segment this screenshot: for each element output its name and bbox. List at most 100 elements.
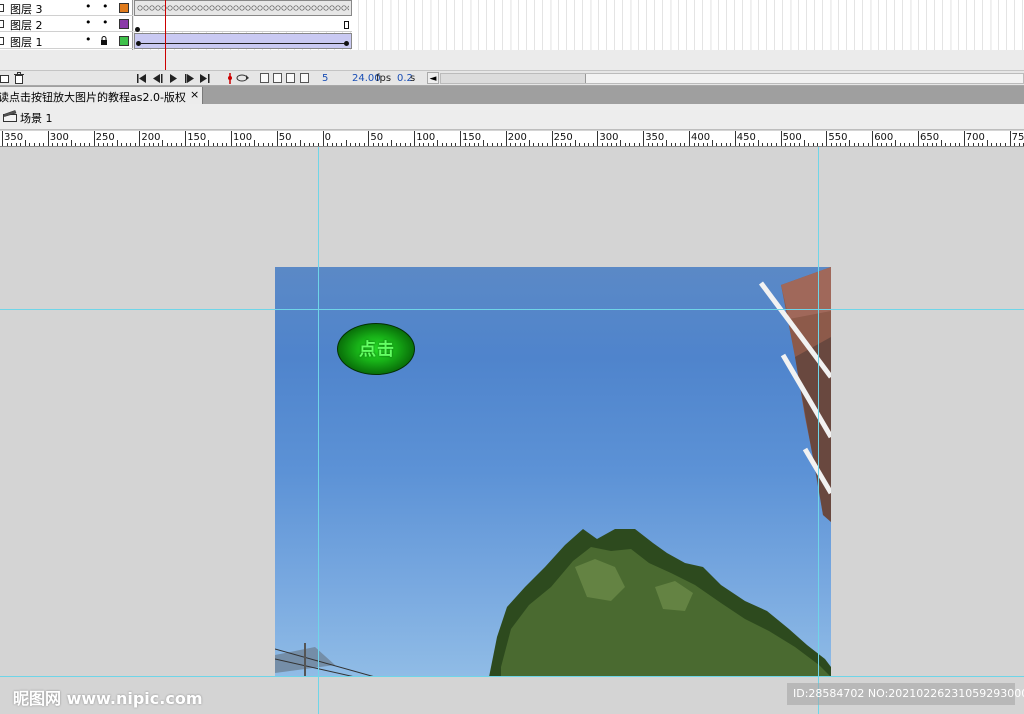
horizontal-ruler: 350 300 250 200 150 100 50 0 50 100 150 200 250 300 35… xyxy=(0,131,1024,147)
ruler-minor-tick xyxy=(75,143,77,146)
lock-icon[interactable] xyxy=(100,36,108,45)
timeline-scrollbar[interactable] xyxy=(440,73,1024,84)
ruler-minor-tick xyxy=(730,143,732,146)
ruler-minor-tick xyxy=(308,143,310,146)
scene-label[interactable]: 场景 1 xyxy=(20,110,53,126)
ruler-minor-tick xyxy=(977,143,979,146)
frame-track-layer-2[interactable] xyxy=(134,16,352,32)
ruler-minor-tick xyxy=(478,143,480,146)
ruler-major-tick xyxy=(414,131,416,146)
guide-line-horizontal[interactable] xyxy=(0,676,1024,677)
ruler-minor-tick xyxy=(345,140,347,146)
lock-toggle[interactable]: • xyxy=(102,16,109,29)
current-frame: 5 xyxy=(322,73,329,84)
visibility-toggle[interactable]: • xyxy=(85,0,92,13)
ruler-minor-tick xyxy=(542,143,544,146)
ruler-minor-tick xyxy=(492,143,494,146)
layer-row-3[interactable]: 图层 3 • • xyxy=(0,0,133,16)
ruler-minor-tick xyxy=(482,140,484,146)
layer-row-2[interactable]: 图层 2 • • xyxy=(0,16,133,32)
ruler-minor-tick xyxy=(569,143,571,146)
ruler-major-tick xyxy=(1009,131,1011,146)
trash-icon[interactable] xyxy=(14,72,24,84)
layer-outline-color[interactable] xyxy=(119,36,129,46)
guide-line-horizontal[interactable] xyxy=(0,309,1024,310)
click-button[interactable]: 点击 xyxy=(337,323,415,375)
visibility-toggle[interactable]: • xyxy=(85,16,92,29)
ruler-minor-tick xyxy=(748,143,750,146)
ruler-minor-tick xyxy=(583,143,585,146)
ruler-minor-tick xyxy=(66,143,68,146)
ruler-minor-tick xyxy=(212,143,214,146)
scene-clapper-icon xyxy=(3,110,17,122)
ruler-minor-tick xyxy=(592,143,594,146)
layer-outline-color[interactable] xyxy=(119,3,129,13)
ruler-major-tick xyxy=(963,131,965,146)
document-tab-bar: 读点击按钮放大图片的教程as2.0-版权 × xyxy=(0,86,1024,104)
watermark-id: ID:28584702 NO:20210226231059293000 xyxy=(793,687,1024,700)
ruler-minor-tick xyxy=(285,143,287,146)
layer-icon xyxy=(0,4,4,12)
ruler-major-tick xyxy=(93,131,95,146)
ruler-minor-tick xyxy=(446,143,448,146)
ruler-minor-tick xyxy=(785,143,787,146)
ruler-major-tick xyxy=(2,131,3,146)
onion-markers-icon[interactable] xyxy=(300,73,309,83)
layer-outline-color[interactable] xyxy=(119,19,129,29)
new-layer-icon[interactable] xyxy=(0,73,10,84)
lock-toggle[interactable]: • xyxy=(102,0,109,13)
layer-row-1[interactable]: 图层 1 • xyxy=(0,33,133,49)
scroll-left-button[interactable]: ◄ xyxy=(427,72,439,84)
guide-line-vertical[interactable] xyxy=(818,147,819,714)
loop-icon[interactable] xyxy=(226,72,252,85)
ruler-minor-tick xyxy=(991,143,993,146)
ruler-minor-tick xyxy=(441,143,443,146)
ruler-minor-tick xyxy=(24,140,26,146)
document-tab[interactable]: 读点击按钮放大图片的教程as2.0-版权 × xyxy=(0,87,203,104)
ruler-minor-tick xyxy=(235,143,237,146)
ruler-minor-tick xyxy=(890,143,892,146)
ruler-minor-tick xyxy=(52,143,54,146)
onion-skin-icon[interactable] xyxy=(260,73,269,83)
ruler-minor-tick xyxy=(798,143,800,146)
edit-multiple-frames-icon[interactable] xyxy=(286,73,295,83)
guide-line-vertical[interactable] xyxy=(318,147,319,714)
ruler-minor-tick xyxy=(794,143,796,146)
ruler-minor-tick xyxy=(789,143,791,146)
ruler-minor-tick xyxy=(885,143,887,146)
ruler-minor-tick xyxy=(295,143,297,146)
ruler-minor-tick xyxy=(221,143,223,146)
ruler-minor-tick xyxy=(148,143,150,146)
ruler-minor-tick xyxy=(405,143,407,146)
layer-name: 图层 1 xyxy=(10,36,43,49)
ruler-minor-tick xyxy=(116,140,118,146)
tween-arrow xyxy=(140,43,345,44)
playhead[interactable] xyxy=(165,0,166,70)
ruler-minor-tick xyxy=(354,143,356,146)
ruler-minor-tick xyxy=(601,143,603,146)
playback-controls[interactable] xyxy=(136,73,216,84)
layer-name: 图层 3 xyxy=(10,3,43,16)
ruler-minor-tick xyxy=(409,143,411,146)
frame-track-layer-3[interactable] xyxy=(134,0,352,16)
end-frame-marker[interactable] xyxy=(344,21,349,29)
edit-bar: 场景 1 xyxy=(0,104,1024,130)
ruler-minor-tick xyxy=(821,143,823,146)
ruler-major-tick xyxy=(918,131,919,146)
frame-track-layer-1[interactable] xyxy=(134,33,352,49)
timeline-panel: 图层 3 • • 图层 2 • • 图层 1 • xyxy=(0,0,1024,70)
close-icon[interactable]: × xyxy=(190,88,199,101)
ruler-minor-tick xyxy=(267,143,269,146)
onion-outline-icon[interactable] xyxy=(273,73,282,83)
keyframe-dot[interactable] xyxy=(344,41,349,46)
ruler-minor-tick xyxy=(679,143,681,146)
stage-area[interactable]: 点击 xyxy=(0,147,1024,714)
scrollbar-thumb[interactable] xyxy=(441,74,586,83)
ruler-minor-tick xyxy=(881,143,883,146)
keyframe-dot[interactable] xyxy=(135,27,140,32)
ruler-minor-tick xyxy=(565,143,567,146)
frame-grid[interactable] xyxy=(134,0,1024,50)
ruler-minor-tick xyxy=(670,143,672,146)
visibility-toggle[interactable]: • xyxy=(85,33,92,46)
frame-grid-shading xyxy=(352,0,1024,50)
